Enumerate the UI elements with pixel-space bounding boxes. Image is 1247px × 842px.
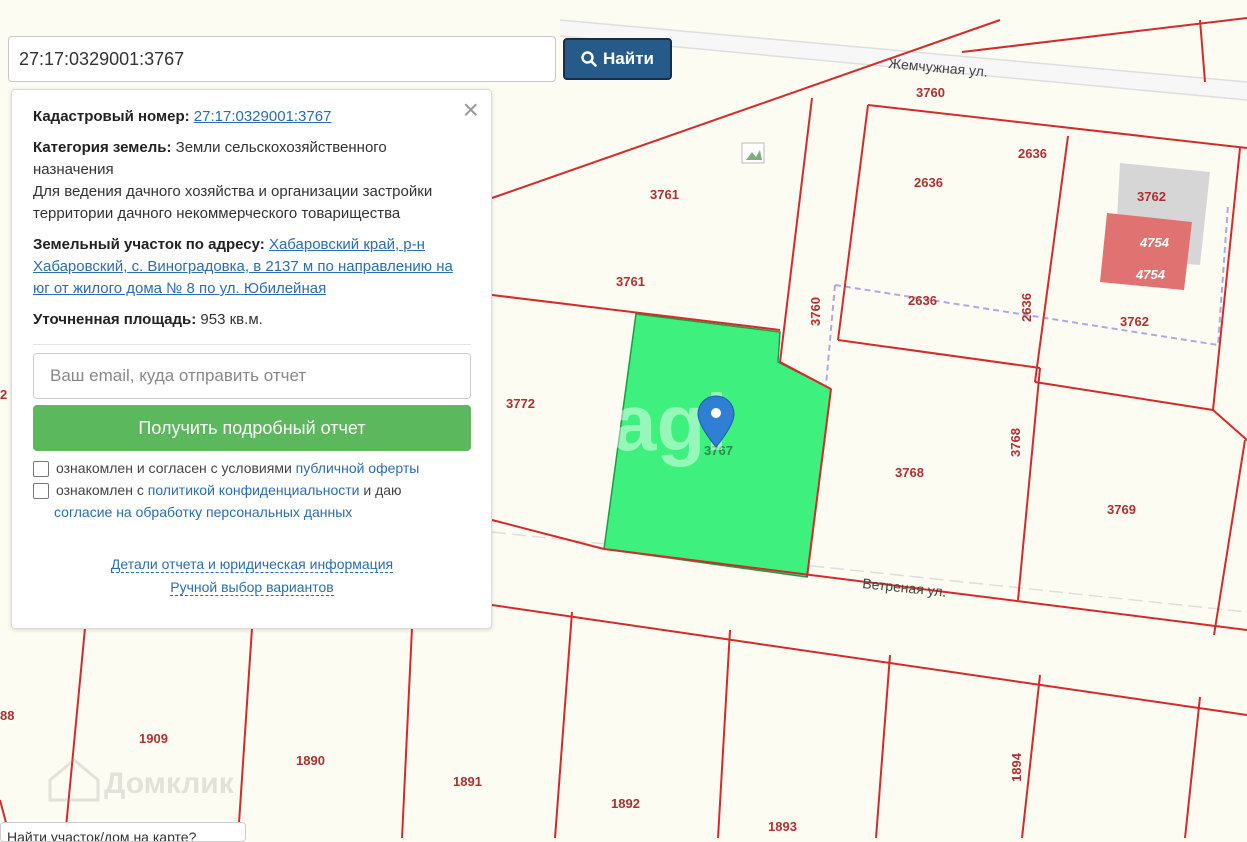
plot-label: 1893 — [768, 819, 797, 834]
find-on-map-hint[interactable]: Найти участок/дом на карте? — [0, 822, 246, 842]
plot-label: 1894 — [1009, 752, 1024, 782]
parcel-address: Земельный участок по адресу: Хабаровский… — [33, 236, 453, 297]
plot-label: 2636 — [914, 175, 943, 190]
parcel-info-panel: × Кадастровый номер: 27:17:0329001:3767 … — [11, 89, 492, 629]
panel-footer-links: Детали отчета и юридическая информация Р… — [33, 553, 471, 599]
plot-label: 3769 — [1107, 502, 1136, 517]
manual-selection-link[interactable]: Ручной выбор вариантов — [170, 579, 334, 596]
plot-label: 3768 — [895, 465, 924, 480]
public-offer-link[interactable]: публичной оферты — [296, 460, 420, 476]
privacy-consent-row: ознакомлен с политикой конфиденциальност… — [33, 479, 471, 501]
plot-label: 2 — [0, 387, 7, 402]
divider — [33, 344, 471, 345]
plot-label: 3768 — [1008, 428, 1023, 457]
report-details-link[interactable]: Детали отчета и юридическая информация — [110, 556, 394, 573]
offer-checkbox[interactable] — [33, 461, 49, 477]
broken-image-icon — [741, 142, 765, 164]
plot-label: 1892 — [611, 796, 640, 811]
plot-label: 2636 — [1019, 293, 1034, 322]
search-button[interactable]: Найти — [563, 38, 672, 80]
plot-label: 1909 — [139, 731, 168, 746]
plot-label: 3762 — [1137, 189, 1166, 204]
plot-label: 3760 — [808, 297, 823, 326]
land-usage: Для ведения дачного хозяйства и организа… — [33, 183, 433, 222]
offer-consent-row: ознакомлен и согласен с условиями публич… — [33, 457, 471, 479]
cadastral-search-input[interactable] — [8, 36, 556, 82]
cadastral-number-link[interactable]: 27:17:0329001:3767 — [194, 108, 332, 125]
plot-label: 2636 — [908, 293, 937, 308]
privacy-checkbox[interactable] — [33, 483, 49, 499]
get-report-button[interactable]: Получить подробный отчет — [33, 405, 471, 451]
search-button-label: Найти — [603, 49, 654, 68]
svg-text:Домклик: Домклик — [104, 767, 235, 800]
plot-label: 3762 — [1120, 314, 1149, 329]
personal-data-consent-link[interactable]: согласие на обработку персональных данны… — [33, 501, 471, 523]
plot-label: 1891 — [453, 774, 482, 789]
plot-label: 3761 — [650, 187, 679, 202]
search-icon — [581, 51, 597, 67]
plot-label: 2636 — [1018, 146, 1047, 161]
privacy-policy-link[interactable]: политикой конфиденциальности — [148, 482, 360, 498]
plot-label: 88 — [0, 708, 14, 723]
plot-label: 3761 — [616, 274, 645, 289]
parcel-area: Уточненная площадь: 953 кв.м. — [33, 311, 263, 328]
plot-label: 1890 — [296, 753, 325, 768]
plot-label: 4754 — [1139, 235, 1170, 250]
plot-label: 4754 — [1135, 267, 1166, 282]
email-input[interactable] — [33, 353, 471, 399]
cadastral-number: Кадастровый номер: 27:17:0329001:3767 — [33, 108, 332, 125]
land-category: Категория земель: Земли сельскохозяйстве… — [33, 139, 433, 222]
plot-label: 3760 — [916, 85, 945, 100]
plot-label: 3772 — [506, 396, 535, 411]
close-icon[interactable]: × — [463, 96, 479, 124]
